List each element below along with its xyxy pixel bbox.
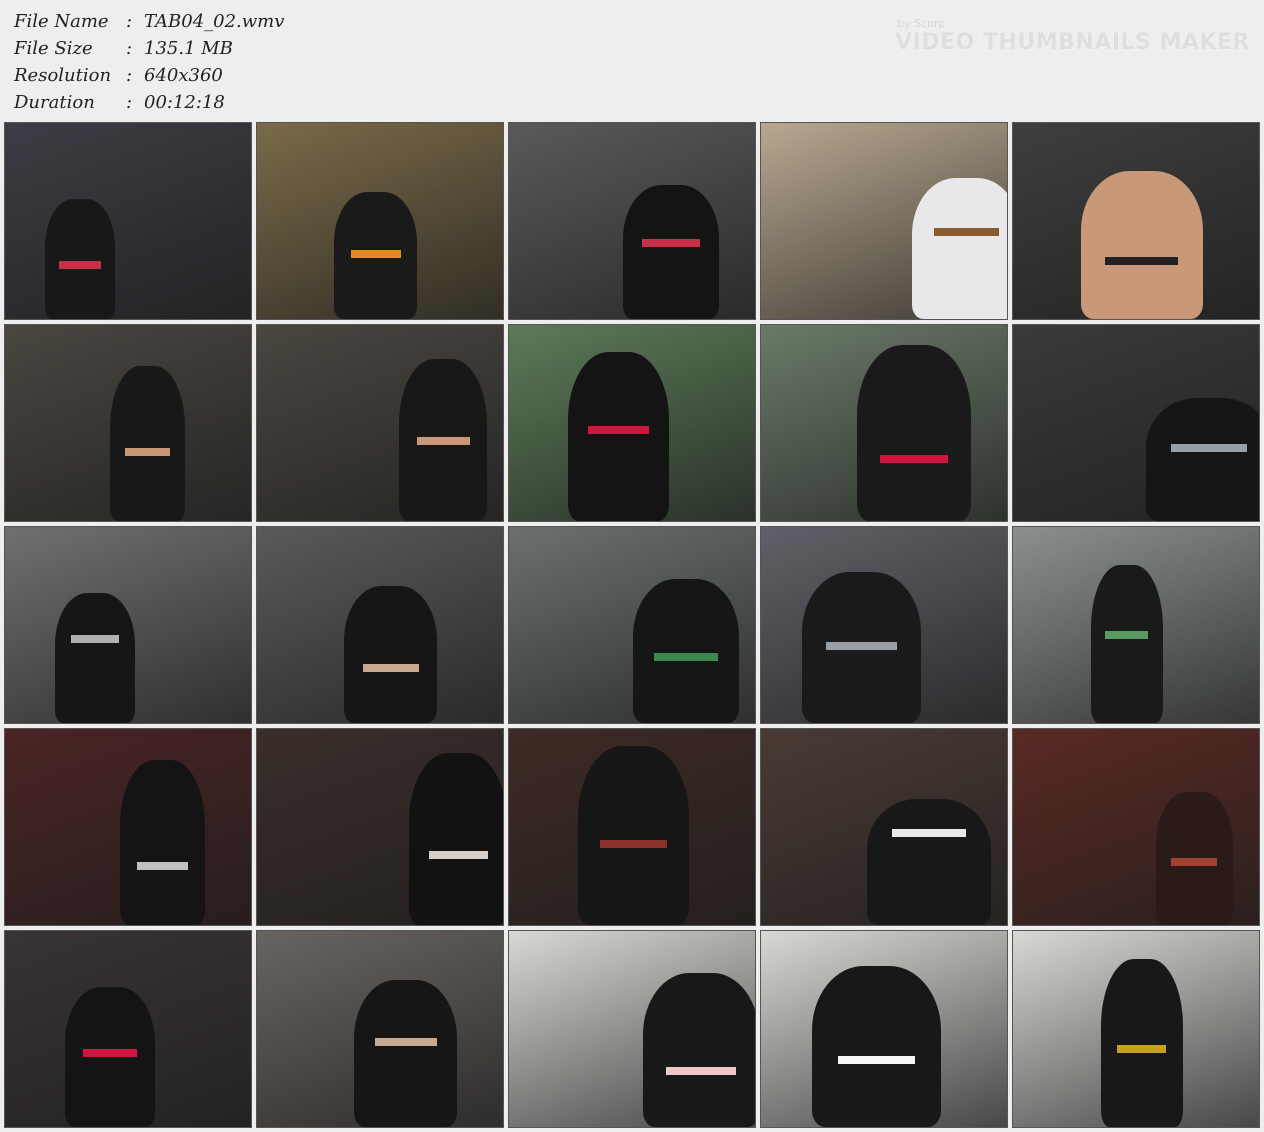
thumbnail-figure: [623, 185, 719, 319]
brand-name: VIDEO THUMBNAILS MAKER: [895, 30, 1250, 55]
video-thumbnail: [1012, 324, 1260, 522]
thumbnail-accent: [351, 250, 401, 258]
video-thumbnail: [760, 122, 1008, 320]
video-thumbnail: [256, 526, 504, 724]
thumbnail-figure: [65, 987, 155, 1127]
thumbnail-accent: [125, 448, 170, 456]
thumbnail-figure: [1146, 398, 1259, 521]
thumbnail-accent: [1105, 631, 1148, 639]
info-value: 640x360: [144, 65, 223, 86]
info-label: File Size: [14, 38, 93, 59]
thumbnail-figure: [578, 746, 689, 925]
video-thumbnail: [508, 526, 756, 724]
video-thumbnail: [508, 930, 756, 1128]
thumbnail-figure: [857, 345, 971, 521]
info-label: Resolution: [14, 65, 112, 86]
info-row-file-size: File Size:135.1 MB: [14, 35, 284, 62]
video-thumbnail: [256, 324, 504, 522]
video-thumbnail: [4, 324, 252, 522]
thumbnail-accent: [826, 642, 897, 650]
thumbnail-figure: [1091, 565, 1163, 723]
file-info: File Name: TAB04_02.wmv File Size:135.1 M…: [14, 8, 284, 116]
thumbnail-accent: [1105, 257, 1178, 265]
video-thumbnail: [508, 728, 756, 926]
video-thumbnail: [1012, 728, 1260, 926]
thumbnail-figure: [110, 366, 185, 521]
thumbnail-grid: [4, 122, 1260, 1128]
video-thumbnail: [4, 122, 252, 320]
info-value: 00:12:18: [144, 92, 225, 113]
info-separator: :: [126, 38, 133, 59]
thumbnail-accent: [137, 862, 188, 870]
thumbnail-figure: [354, 980, 457, 1127]
info-value: 135.1 MB: [144, 38, 233, 59]
video-thumbnail: [760, 930, 1008, 1128]
thumbnail-figure: [120, 760, 205, 925]
thumbnail-accent: [1117, 1045, 1166, 1053]
thumbnail-accent: [59, 261, 101, 269]
info-label: Duration: [14, 92, 95, 113]
brand-watermark: by Scorp VIDEO THUMBNAILS MAKER: [895, 18, 1250, 56]
thumbnail-accent: [588, 426, 649, 434]
thumbnail-accent: [892, 829, 966, 837]
thumbnail-accent: [71, 635, 119, 643]
thumbnail-accent: [375, 1038, 437, 1046]
info-separator: :: [126, 92, 133, 113]
thumbnail-accent: [429, 851, 488, 859]
thumbnail-accent: [83, 1049, 137, 1057]
video-thumbnail: [760, 324, 1008, 522]
video-thumbnail: [1012, 122, 1260, 320]
thumbnail-accent: [600, 840, 667, 848]
thumbnail-figure: [867, 799, 991, 925]
info-row-duration: Duration:00:12:18: [14, 89, 284, 116]
thumbnail-figure: [568, 352, 669, 521]
video-thumbnail: [508, 122, 756, 320]
video-thumbnail: [760, 728, 1008, 926]
thumbnail-accent: [880, 455, 948, 463]
thumbnail-figure: [643, 973, 755, 1127]
thumbnail-accent: [1171, 858, 1217, 866]
video-thumbnail: [256, 122, 504, 320]
thumbnail-accent: [654, 653, 718, 661]
thumbnail-figure: [1081, 171, 1203, 319]
video-thumbnail: [760, 526, 1008, 724]
info-label: File Name: [14, 11, 109, 32]
thumbnail-figure: [344, 586, 437, 723]
thumbnail-figure: [812, 966, 941, 1127]
thumbnail-figure: [912, 178, 1007, 319]
video-thumbnail: [1012, 526, 1260, 724]
thumbnail-accent: [666, 1067, 736, 1075]
info-separator: :: [126, 11, 133, 32]
video-thumbnail: [508, 324, 756, 522]
thumbnail-accent: [417, 437, 470, 445]
thumbnail-figure: [55, 593, 135, 723]
info-value: TAB04_02.wmv: [144, 11, 285, 32]
info-row-file-name: File Name: TAB04_02.wmv: [14, 8, 284, 35]
video-thumbnail: [4, 728, 252, 926]
thumbnail-accent: [838, 1056, 915, 1064]
thumbnail-figure: [409, 753, 503, 925]
thumbnail-figure: [45, 199, 115, 319]
thumbnail-figure: [633, 579, 739, 723]
thumbnail-accent: [363, 664, 419, 672]
video-thumbnail: [256, 728, 504, 926]
thumbnail-accent: [1171, 444, 1247, 452]
info-separator: :: [126, 65, 133, 86]
video-thumbnail: [4, 930, 252, 1128]
video-thumbnail: [256, 930, 504, 1128]
thumbnail-accent: [934, 228, 999, 236]
info-row-resolution: Resolution:640x360: [14, 62, 284, 89]
brand-by: by Scorp: [897, 17, 946, 30]
thumbnail-figure: [1101, 959, 1183, 1127]
video-thumbnail: [1012, 930, 1260, 1128]
video-thumbnail: [4, 526, 252, 724]
thumbnail-accent: [642, 239, 700, 247]
